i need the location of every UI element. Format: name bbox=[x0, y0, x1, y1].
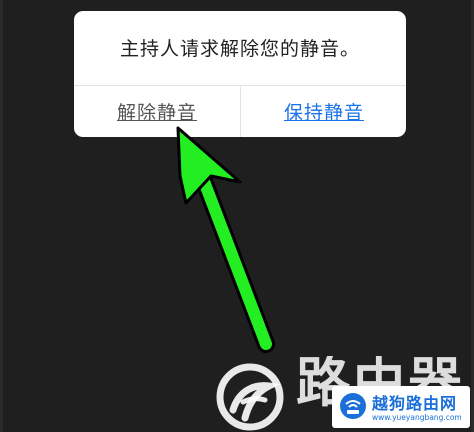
unmute-request-dialog: 主持人请求解除您的静音。 解除静音 保持静音 bbox=[74, 11, 406, 137]
dialog-message: 主持人请求解除您的静音。 bbox=[119, 37, 360, 60]
meeting-screen: 主持人请求解除您的静音。 解除静音 保持静音 路由器 越狗路由网 www.yue… bbox=[0, 0, 474, 432]
unmute-button[interactable]: 解除静音 bbox=[74, 86, 240, 137]
keep-muted-button[interactable]: 保持静音 bbox=[241, 86, 406, 137]
screen-edge-left bbox=[0, 0, 3, 432]
badge-title: 越狗路由网 bbox=[372, 394, 458, 413]
swirl-logo-icon bbox=[216, 363, 284, 431]
router-icon bbox=[340, 393, 366, 419]
badge-url: www.yueyangbang.com bbox=[372, 413, 462, 422]
watermark-badge: 越狗路由网 www.yueyangbang.com bbox=[332, 386, 470, 428]
